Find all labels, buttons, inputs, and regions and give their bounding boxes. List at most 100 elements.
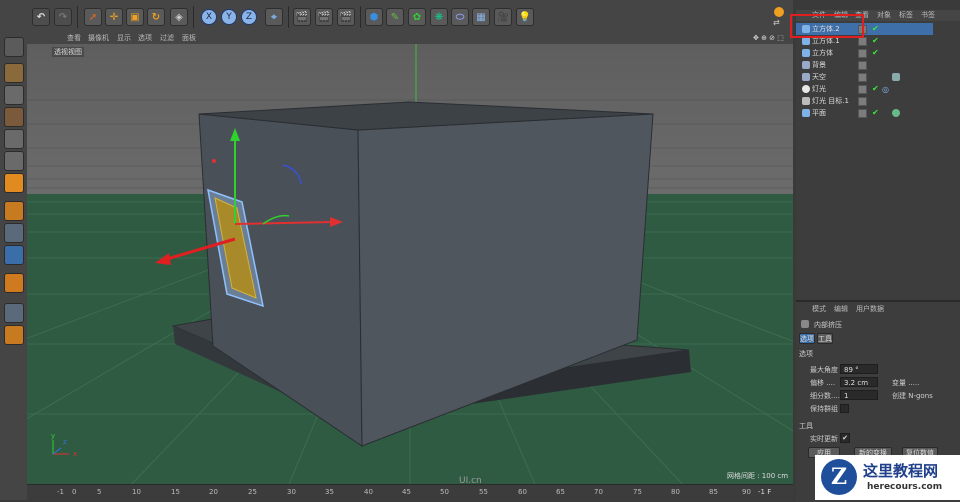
render-picture-viewer-icon[interactable]: 🎬 [315, 8, 333, 26]
viewport-menu-cameras[interactable]: 摄像机 [88, 33, 109, 44]
offset-label: 偏移 .... [810, 379, 836, 387]
visibility-toggle[interactable] [858, 37, 867, 46]
object-row-sky[interactable]: 天空 [796, 71, 933, 83]
object-row-background[interactable]: 背景 [796, 59, 933, 71]
viewport-menu-panel[interactable]: 面板 [182, 33, 196, 44]
logo-title: 这里教程网 [863, 462, 939, 480]
max-angle-field[interactable]: 89 ° [840, 364, 878, 374]
object-name: 灯光 目标.1 [812, 97, 849, 105]
visibility-toggle[interactable] [858, 61, 867, 70]
enabled-check-icon[interactable]: ✔ [872, 47, 879, 59]
viewport-menu-options[interactable]: 选项 [138, 33, 152, 44]
object-row-plane[interactable]: 平面 ✔ [796, 107, 933, 119]
viewport-menu-bar: 查看 摄像机 显示 选项 过滤 面板 ✥ ⊕ ⊘ ⬚ [27, 33, 793, 44]
section-options-title: 选项 [799, 350, 813, 358]
visibility-toggle[interactable] [858, 97, 867, 106]
current-frame-field[interactable]: -1 F [758, 488, 771, 496]
attr-menu-edit[interactable]: 编辑 [834, 304, 848, 315]
floor-icon[interactable]: ▦ [472, 8, 490, 26]
timeline-tick: 70 [594, 488, 603, 496]
edges-mode-icon[interactable] [4, 151, 24, 171]
scale-tool-icon[interactable]: ▣ [126, 8, 144, 26]
layout-switch-icon[interactable]: ⇄ [773, 7, 787, 29]
viewport-nav-icons[interactable]: ✥ ⊕ ⊘ ⬚ [753, 33, 784, 44]
subdivisions-field[interactable]: 1 [840, 390, 878, 400]
points-mode-icon[interactable] [4, 129, 24, 149]
deformer-icon[interactable]: ⬭ [451, 8, 469, 26]
coordinate-system-icon[interactable]: ⌖ [265, 8, 283, 26]
object-row-light-target[interactable]: 灯光 目标.1 [796, 95, 933, 107]
sky-object-icon [802, 73, 810, 81]
attr-menu-userdata[interactable]: 用户数据 [856, 304, 884, 315]
move-tool-icon[interactable]: ✛ [105, 8, 123, 26]
axis-gizmo-z-label: z [63, 438, 67, 446]
realtime-update-checkbox[interactable]: ✔ [840, 433, 850, 443]
viewport-menu-display[interactable]: 显示 [117, 33, 131, 44]
visibility-toggle[interactable] [858, 73, 867, 82]
polygons-mode-icon[interactable] [4, 173, 24, 193]
x-axis-toggle[interactable]: X [201, 9, 217, 25]
make-editable-icon[interactable] [4, 37, 24, 57]
axis-mode-icon[interactable] [4, 201, 24, 221]
enabled-check-icon[interactable]: ✔ [872, 35, 879, 47]
null-object-icon [802, 97, 810, 105]
y-axis-toggle[interactable]: Y [221, 9, 237, 25]
material-tag-icon[interactable] [892, 109, 900, 117]
timeline-tick: 35 [325, 488, 334, 496]
viewport-menu-view[interactable]: 查看 [67, 33, 81, 44]
render-settings-icon[interactable]: 🎬 [337, 8, 355, 26]
left-toolbar [0, 33, 27, 500]
recent-tool-icon[interactable]: ◈ [170, 8, 188, 26]
timeline-tick: 85 [709, 488, 718, 496]
viewport-menu-filter[interactable]: 过滤 [160, 33, 174, 44]
z-axis-toggle[interactable]: Z [241, 9, 257, 25]
object-row-cube[interactable]: 立方体 ✔ [796, 47, 933, 59]
gizmo-red-dot [212, 159, 216, 163]
object-name: 灯光 [812, 85, 826, 93]
object-row-light[interactable]: 灯光 ✔ ◎ [796, 83, 933, 95]
om-menu-object[interactable]: 对象 [877, 10, 891, 21]
offset-field[interactable]: 3.2 cm [840, 377, 878, 387]
cube-primitive-icon[interactable]: ⬢ [365, 8, 383, 26]
keep-groups-checkbox[interactable] [840, 404, 849, 413]
visibility-toggle[interactable] [858, 109, 867, 118]
om-menu-bookmarks[interactable]: 书签 [921, 10, 935, 21]
rotate-tool-icon[interactable]: ↻ [147, 8, 165, 26]
magnet-icon[interactable] [4, 273, 24, 293]
pen-spline-icon[interactable]: ✎ [386, 8, 404, 26]
render-view-icon[interactable]: 🎬 [293, 8, 311, 26]
attr-menu-mode[interactable]: 模式 [812, 304, 826, 315]
tab-tool[interactable]: 工具 [817, 333, 833, 344]
toolbar-separator [77, 6, 78, 28]
camera-icon[interactable]: 🎥 [494, 8, 512, 26]
undo-button[interactable]: ↶ [32, 8, 50, 26]
enabled-check-icon[interactable]: ✔ [872, 23, 879, 35]
light-icon[interactable]: 💡 [516, 8, 534, 26]
create-ngons-label: 创建 N-gons [892, 392, 933, 400]
logo-url: herecours.com [867, 482, 943, 492]
model-mode-icon[interactable] [4, 63, 24, 83]
cloner-icon[interactable]: ❋ [430, 8, 448, 26]
visibility-toggle[interactable] [858, 49, 867, 58]
axis-gizmo-x-label: x [73, 450, 78, 458]
texture-tag-icon[interactable] [892, 73, 900, 81]
texture-mode-icon[interactable] [4, 85, 24, 105]
timeline-tick: 75 [633, 488, 642, 496]
lock-workplane-icon[interactable] [4, 303, 24, 323]
workplane-mode-icon[interactable] [4, 107, 24, 127]
enabled-check-icon[interactable]: ✔ [872, 83, 879, 95]
viewport[interactable]: 查看 摄像机 显示 选项 过滤 面板 ✥ ⊕ ⊘ ⬚ 透视视图 网格间距: 1… [27, 33, 793, 500]
redo-button[interactable]: ↷ [54, 8, 72, 26]
visibility-toggle[interactable] [858, 85, 867, 94]
tab-options[interactable]: 选项 [799, 333, 815, 344]
select-tool-icon[interactable]: ➚ [84, 8, 102, 26]
om-menu-tags[interactable]: 标签 [899, 10, 913, 21]
main-toolbar: ↶ ↷ ➚ ✛ ▣ ↻ ◈ X Y Z ⌖ 🎬 🎬 🎬 ⬢ ✎ ✿ ❋ ⬭ ▦ … [0, 0, 793, 33]
tweak-mode-icon[interactable] [4, 223, 24, 243]
object-name: 立方体 [812, 49, 833, 57]
snap-icon[interactable] [4, 245, 24, 265]
timeline-tick: 15 [171, 488, 180, 496]
subdivision-surface-icon[interactable]: ✿ [408, 8, 426, 26]
planar-workplane-icon[interactable] [4, 325, 24, 345]
enabled-check-icon[interactable]: ✔ [872, 107, 879, 119]
